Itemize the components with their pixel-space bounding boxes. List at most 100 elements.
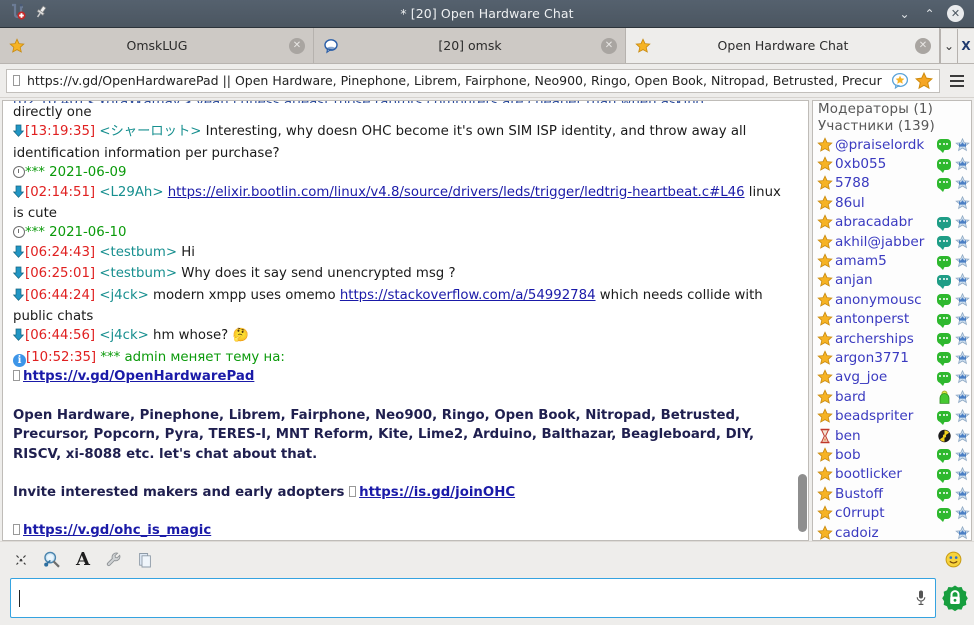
chat-scrollbar-thumb[interactable]: [798, 474, 807, 532]
roster-item-anjan[interactable]: anjan: [813, 271, 971, 290]
crown-badge-icon: [954, 467, 971, 482]
star-icon: [817, 272, 833, 288]
smiley-icon[interactable]: [942, 549, 964, 571]
roster-item-label: bard: [835, 388, 866, 405]
roster-item-label: 5788: [835, 175, 870, 192]
encryption-badge-icon[interactable]: [942, 583, 968, 613]
tab-close-button[interactable]: ✕: [601, 37, 617, 54]
status-online-icon: [936, 506, 952, 522]
roster-item-cadoiz[interactable]: cadoiz: [813, 523, 971, 541]
close-x-icon[interactable]: [10, 549, 32, 571]
crown-badge-icon: [954, 292, 971, 307]
roster-item-c0rrupt[interactable]: c0rrupt: [813, 503, 971, 522]
bubble-star-icon[interactable]: [891, 72, 911, 89]
close-window-button[interactable]: ✕: [947, 5, 964, 22]
tab-omsk[interactable]: [20] omsk ✕: [314, 28, 626, 63]
date-separator: *** 2021-06-10: [13, 223, 789, 242]
crown-badge-icon: [954, 312, 971, 327]
minimize-button[interactable]: ⌄: [897, 6, 912, 21]
roster-item-ben[interactable]: ben: [813, 426, 971, 445]
tab-open-hardware-chat[interactable]: Open Hardware Chat ✕: [626, 28, 940, 63]
star-icon: [817, 292, 833, 308]
roster-item-avg-joe[interactable]: avg_joe: [813, 368, 971, 387]
message-row: [06:25:01] <testbum> Why does it say sen…: [12, 264, 789, 285]
roster-item-bard[interactable]: bard: [813, 387, 971, 406]
roster-item-bob[interactable]: bob: [813, 445, 971, 464]
roster-item-label: anjan: [835, 272, 873, 289]
star-icon: [817, 233, 833, 250]
roster-item-archerships[interactable]: archerships: [813, 329, 971, 348]
crown-badge-icon: [954, 428, 971, 443]
star-icon: [817, 524, 833, 541]
topic-invite-link[interactable]: https://is.gd/joinOHC: [359, 485, 515, 500]
roster-item-akhil-jabber[interactable]: akhil@jabber: [813, 232, 971, 251]
wrench-icon[interactable]: [103, 549, 125, 571]
status-online-icon: [936, 254, 952, 270]
message-link[interactable]: https://stackoverflow.com/a/54992784: [340, 288, 596, 303]
microphone-icon[interactable]: [913, 587, 929, 609]
arrow-down-icon: [12, 245, 25, 264]
subject-field[interactable]: https://v.gd/OpenHardwarePad || Open Har…: [6, 68, 940, 93]
tab-bar-controls: ⌄ X: [940, 28, 974, 63]
roster-item-86ul[interactable]: 86ul: [813, 193, 971, 212]
roster-item-argon3771[interactable]: argon3771: [813, 348, 971, 367]
tab-close-button[interactable]: ✕: [289, 37, 305, 54]
tab-overflow-button[interactable]: ⌄: [940, 28, 957, 63]
missing-glyph-icon: [13, 370, 20, 382]
tab-close-all-button[interactable]: X: [957, 28, 974, 63]
missing-glyph-icon: [349, 485, 357, 497]
system-text: *** admin меняет тему на:: [96, 349, 285, 365]
roster-item-0xb055[interactable]: 0xb055: [813, 154, 971, 173]
crown-badge-icon: [954, 525, 971, 540]
message-time: [02:14:51]: [25, 184, 96, 200]
message-link[interactable]: https://elixir.bootlin.com/linux/v4.8/so…: [168, 185, 745, 200]
tab-label: OmskLUG: [126, 38, 188, 53]
arrow-down-icon: [12, 185, 25, 204]
message-time: [13:19:35]: [25, 124, 96, 140]
message-time: [06:24:43]: [25, 244, 96, 260]
star-icon: [817, 408, 833, 424]
star-icon[interactable]: [915, 71, 935, 90]
star-icon: [817, 505, 833, 521]
message-input[interactable]: [10, 578, 936, 618]
roster-item-abracadabr[interactable]: abracadabr: [813, 213, 971, 232]
hamburger-menu-icon[interactable]: [946, 69, 968, 93]
chat-scrollbar[interactable]: [795, 101, 808, 540]
maximize-button[interactable]: ⌃: [922, 6, 937, 21]
status-none-icon: [936, 196, 952, 210]
arrow-down-icon: [12, 124, 25, 143]
star-icon: [817, 369, 833, 385]
search-icon[interactable]: [41, 549, 63, 571]
message-row: [06:24:43] <testbum> Hi: [12, 243, 789, 264]
participants-roster[interactable]: Модераторы (1) admin Участники (139) @pr…: [812, 100, 972, 541]
topic-link-2[interactable]: https://v.gd/ohc_is_magic: [23, 523, 211, 538]
message-nick: <j4ck>: [99, 328, 149, 344]
roster-item-bustoff[interactable]: Bustoff: [813, 484, 971, 503]
roster-item-anonymousc[interactable]: anonymousc: [813, 290, 971, 309]
status-online-icon: [936, 332, 952, 348]
message-clipped: [02:10:40] <xdtaxkamay> yeah i guess atl…: [13, 101, 789, 103]
star-icon: [9, 37, 25, 54]
roster-item-antonperst[interactable]: antonperst: [813, 310, 971, 329]
status-none-icon: [936, 526, 952, 540]
status-online-icon: [936, 176, 952, 192]
tab-label: [20] omsk: [438, 38, 502, 53]
topic-link-1[interactable]: https://v.gd/OpenHardwarePad: [23, 369, 254, 384]
roster-item-amam5[interactable]: amam5: [813, 251, 971, 270]
message-text-before: modern xmpp uses omemo: [148, 287, 340, 303]
crown-badge-icon: [954, 215, 971, 230]
clipboard-icon[interactable]: [134, 549, 156, 571]
roster-item-label: c0rrupt: [835, 505, 885, 522]
roster-item--praiselordk[interactable]: @praiselordk: [813, 135, 971, 154]
system-message: i [10:52:35] *** admin меняет тему на:: [13, 348, 789, 367]
status-away-icon: [936, 235, 952, 251]
status-online-icon: [936, 448, 952, 464]
roster-item-beadspriter[interactable]: beadspriter: [813, 406, 971, 425]
message-time: [06:44:24]: [25, 287, 96, 303]
tab-close-button[interactable]: ✕: [915, 37, 931, 54]
roster-item-5788[interactable]: 5788: [813, 174, 971, 193]
roster-item-bootlicker[interactable]: bootlicker: [813, 465, 971, 484]
pin-icon[interactable]: [34, 4, 48, 23]
font-icon[interactable]: A: [72, 549, 94, 571]
tab-omsklug[interactable]: OmskLUG ✕: [0, 28, 314, 63]
